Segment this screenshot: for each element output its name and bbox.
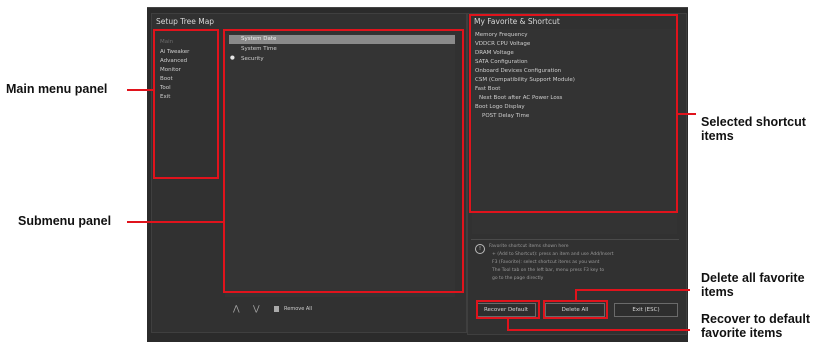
info-text-line: go to the page directly	[492, 276, 544, 281]
recover-default-button[interactable]: Recover Default	[476, 303, 536, 317]
selected-shortcut-label: Selected shortcut items	[701, 115, 806, 143]
favorite-item[interactable]: DRAM Voltage	[475, 50, 514, 56]
setup-tree-map-title: Setup Tree Map	[156, 17, 215, 26]
delete-all-pointer-v	[575, 289, 577, 301]
recover-default-label-line1: Recover to default	[701, 312, 811, 326]
info-text-line: F3 (Favorite): select shortcut items as …	[492, 260, 600, 265]
recover-pointer-h	[507, 329, 690, 331]
main-menu-panel-label: Main menu panel	[6, 82, 108, 96]
submenu-item-security[interactable]: Security	[241, 56, 264, 62]
submenu-panel-label: Submenu panel	[18, 214, 112, 228]
main-menu-item-main[interactable]: Main	[160, 39, 173, 45]
favorite-item[interactable]: Boot Logo Display	[475, 104, 525, 110]
delete-all-label-line1: Delete all favorite	[701, 271, 805, 285]
submenu-pointer	[127, 221, 224, 223]
submenu-item-system-time[interactable]: System Time	[241, 46, 277, 52]
main-menu-item-advanced[interactable]: Advanced	[160, 58, 187, 64]
favorite-item[interactable]: POST Delay Time	[482, 113, 529, 119]
submenu-panel: System Date System Time ● Security	[225, 34, 455, 297]
move-down-icon[interactable]: ⋁	[253, 304, 260, 313]
favorite-item[interactable]: Memory Frequency	[475, 32, 528, 38]
remove-all-label[interactable]: Remove All	[284, 306, 312, 312]
delete-all-label: Delete all favorite items	[701, 271, 805, 299]
trash-icon[interactable]	[274, 306, 279, 312]
selected-shortcut-label-line2: items	[701, 129, 734, 143]
recover-pointer-v	[507, 318, 509, 330]
favorite-item[interactable]: SATA Configuration	[475, 59, 528, 65]
move-up-icon[interactable]: ⋀	[233, 304, 240, 313]
main-menu-item-exit[interactable]: Exit	[160, 94, 170, 100]
main-menu-item-boot[interactable]: Boot	[160, 76, 173, 82]
delete-all-pointer-h	[575, 289, 690, 291]
selected-shortcut-label-line1: Selected shortcut	[701, 115, 806, 129]
info-text-line: The Tool tab on the left bar, menu press…	[492, 268, 605, 273]
info-icon: !	[475, 244, 485, 254]
main-menu-item-ai-tweaker[interactable]: Ai Tweaker	[160, 49, 189, 55]
main-menu-item-tool[interactable]: Tool	[160, 85, 171, 91]
recover-default-label: Recover to default favorite items	[701, 312, 810, 340]
shortcut-pointer	[678, 113, 696, 115]
submenu-bullet-icon: ●	[230, 55, 235, 61]
main-menu-pointer	[127, 89, 154, 91]
delete-all-button[interactable]: Delete All	[545, 303, 605, 317]
exit-button[interactable]: Exit (ESC)	[614, 303, 678, 317]
recover-default-label-line2: favorite items	[701, 326, 783, 340]
favorite-item[interactable]: Fast Boot	[475, 86, 500, 92]
favorite-shortcut-title: My Favorite & Shortcut	[474, 17, 560, 26]
delete-all-label-line2: items	[701, 285, 734, 299]
submenu-item-system-date[interactable]: System Date	[241, 36, 276, 42]
favorite-item[interactable]: Next Boot after AC Power Loss	[479, 95, 562, 101]
favorite-item[interactable]: Onboard Devices Configuration	[475, 68, 561, 74]
favorite-item[interactable]: CSM (Compatibility Support Module)	[475, 77, 575, 83]
info-text-line: Favorite shortcut items shown here	[489, 244, 569, 249]
favorite-item[interactable]: VDDCR CPU Voltage	[475, 41, 530, 47]
main-menu-item-monitor[interactable]: Monitor	[160, 67, 181, 73]
bios-favorites-screen: Setup Tree Map Main Ai Tweaker Advanced …	[147, 7, 688, 342]
info-text-line: + (Add to Shortcut): press an item and u…	[492, 252, 614, 257]
